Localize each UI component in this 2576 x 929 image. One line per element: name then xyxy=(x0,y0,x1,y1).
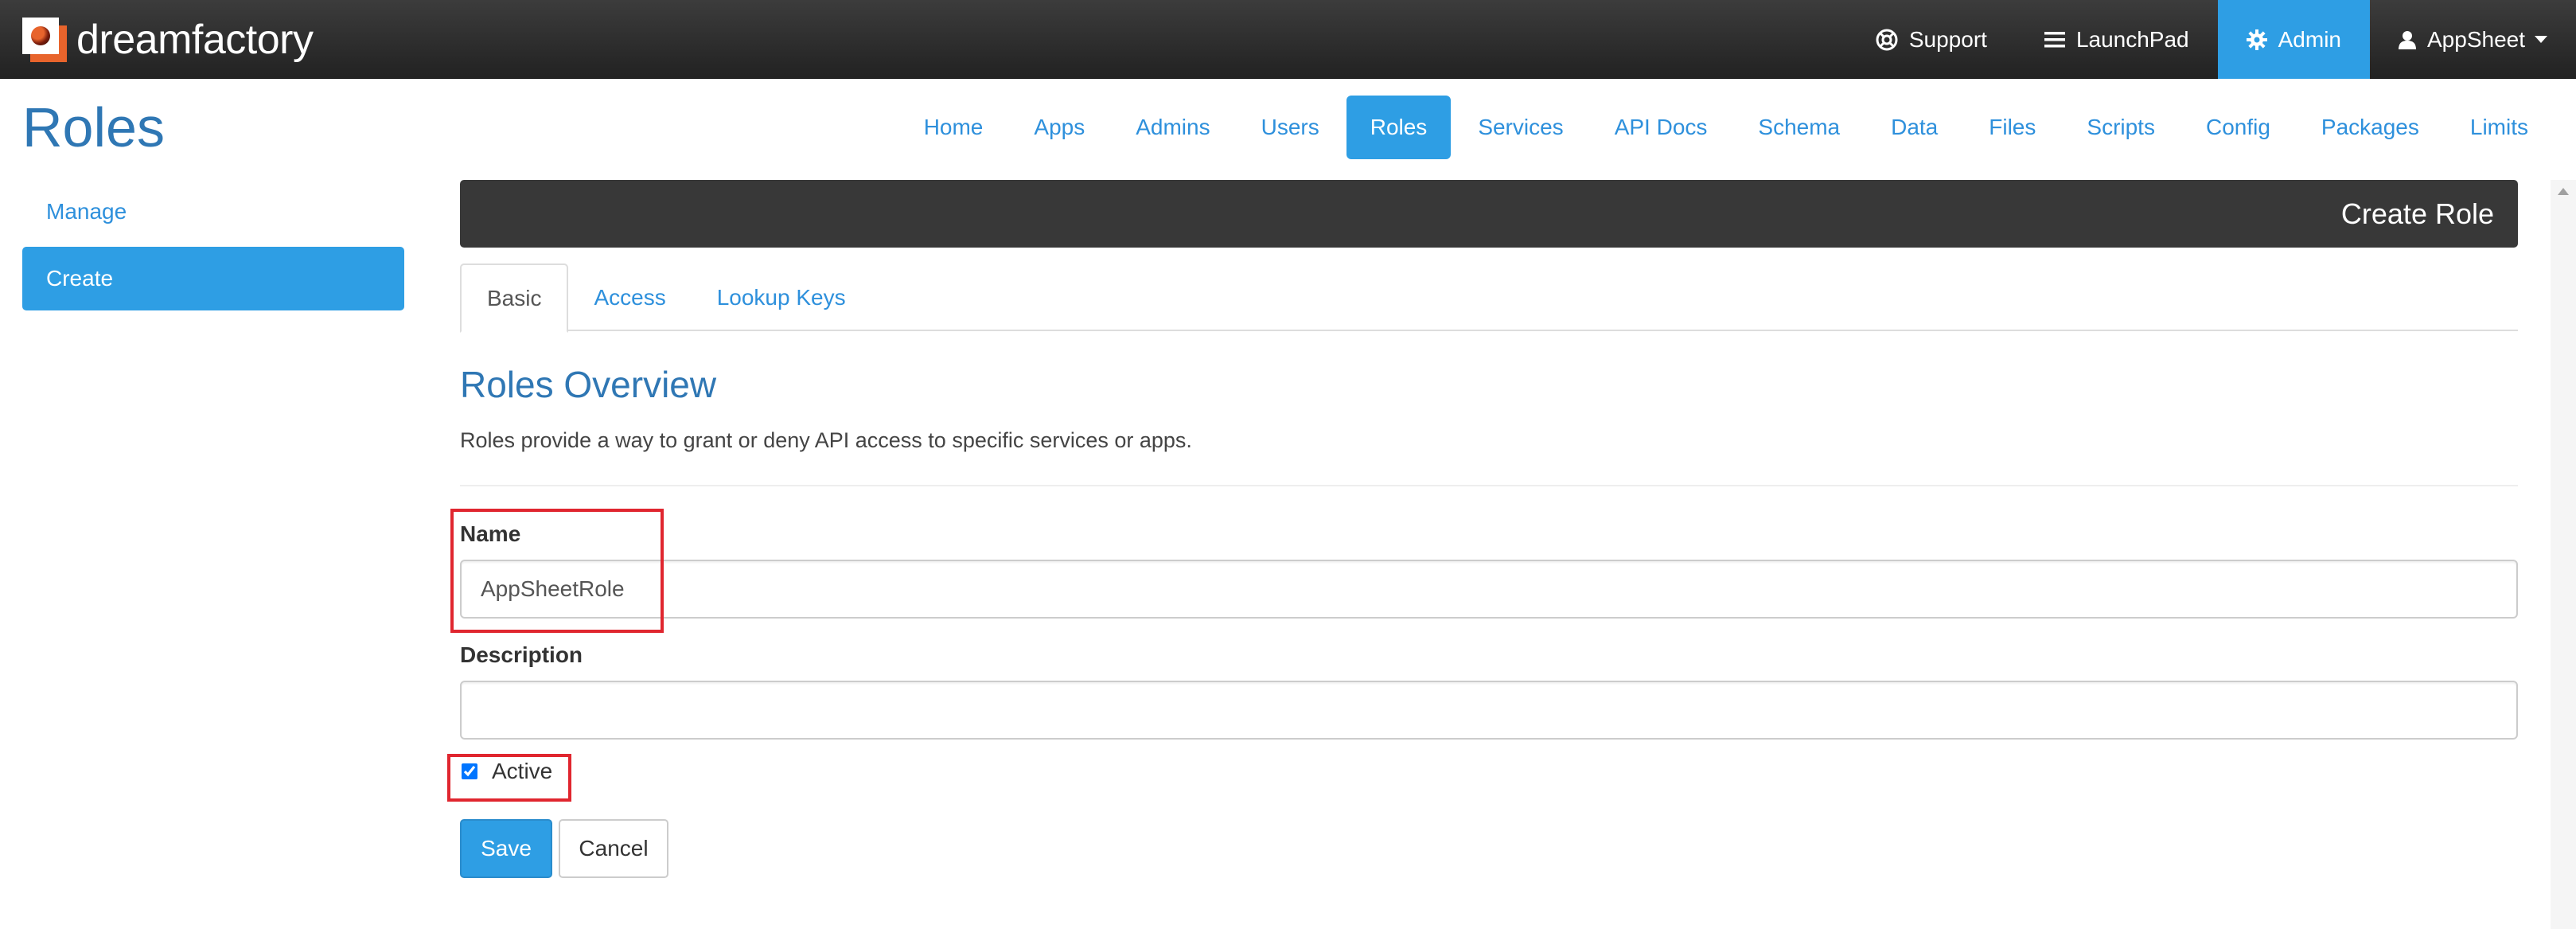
page-title: Roles xyxy=(22,96,165,158)
launchpad-label: LaunchPad xyxy=(2075,26,2189,52)
launchpad-link[interactable]: LaunchPad xyxy=(2016,0,2218,79)
nav-home[interactable]: Home xyxy=(900,96,1007,159)
user-label: AppSheet xyxy=(2427,26,2525,52)
active-highlight-box xyxy=(447,754,571,802)
tab-lookup-keys[interactable]: Lookup Keys xyxy=(692,263,871,331)
active-checkbox-row[interactable]: Active xyxy=(460,759,2518,784)
support-label: Support xyxy=(1908,26,1987,52)
user-icon xyxy=(2399,30,2416,49)
admin-label: Admin xyxy=(2278,26,2341,52)
name-highlight-box xyxy=(450,509,664,633)
sidebar-item-manage[interactable]: Manage xyxy=(22,180,404,244)
name-input[interactable] xyxy=(460,560,2518,619)
form-actions: Save Cancel xyxy=(460,819,2518,878)
nav-users[interactable]: Users xyxy=(1237,96,1343,159)
nav-files[interactable]: Files xyxy=(1965,96,2060,159)
support-link[interactable]: Support xyxy=(1847,0,2016,79)
user-menu[interactable]: AppSheet xyxy=(2370,0,2576,79)
sidebar-item-create[interactable]: Create xyxy=(22,247,404,310)
nav-apps[interactable]: Apps xyxy=(1010,96,1109,159)
nav-api-docs[interactable]: API Docs xyxy=(1591,96,1732,159)
nav-services[interactable]: Services xyxy=(1454,96,1587,159)
scrollbar[interactable] xyxy=(2551,180,2576,929)
section-title: Roles Overview xyxy=(460,364,717,405)
section-description: Roles provide a way to grant or deny API… xyxy=(460,428,1192,452)
admin-link[interactable]: Admin xyxy=(2217,0,2370,79)
name-field-group: Name xyxy=(450,509,2518,633)
name-label: Name xyxy=(460,521,521,546)
bars-icon xyxy=(2044,31,2065,47)
sidebar: Manage Create xyxy=(22,180,404,314)
tab-basic[interactable]: Basic xyxy=(460,263,569,333)
admin-tab-nav: Home Apps Admins Users Roles Services AP… xyxy=(897,96,2552,159)
tab-access[interactable]: Access xyxy=(568,263,691,331)
description-input[interactable] xyxy=(460,681,2518,740)
top-navbar: dreamfactory Support LaunchPad Admin App… xyxy=(0,0,2576,79)
brand-name: dreamfactory xyxy=(76,17,314,63)
nav-schema[interactable]: Schema xyxy=(1734,96,1864,159)
nav-limits[interactable]: Limits xyxy=(2446,96,2552,159)
nav-config[interactable]: Config xyxy=(2182,96,2294,159)
main-content: Create Role Basic Access Lookup Keys Rol… xyxy=(447,180,2518,878)
life-ring-icon xyxy=(1876,29,1898,50)
nav-admins[interactable]: Admins xyxy=(1112,96,1233,159)
active-field-group: Active xyxy=(447,754,2518,802)
cancel-button[interactable]: Cancel xyxy=(559,819,668,878)
brand-link[interactable]: dreamfactory xyxy=(22,16,314,64)
save-button[interactable]: Save xyxy=(460,819,552,878)
gear-icon xyxy=(2246,29,2267,50)
divider xyxy=(460,485,2518,486)
nav-data[interactable]: Data xyxy=(1867,96,1962,159)
top-nav: Support LaunchPad Admin AppSheet xyxy=(1847,0,2576,79)
caret-down-icon xyxy=(2535,36,2547,43)
scroll-up-arrow-icon[interactable] xyxy=(2558,188,2569,195)
panel-header-title: Create Role xyxy=(2340,197,2494,230)
role-tabs: Basic Access Lookup Keys xyxy=(460,263,2518,333)
nav-roles[interactable]: Roles xyxy=(1346,96,1452,159)
nav-scripts[interactable]: Scripts xyxy=(2063,96,2179,159)
description-field-group: Description xyxy=(460,642,2518,740)
nav-packages[interactable]: Packages xyxy=(2297,96,2443,159)
dreamfactory-logo-icon xyxy=(22,18,67,62)
description-label: Description xyxy=(460,642,583,667)
panel-header: Create Role xyxy=(460,180,2518,248)
